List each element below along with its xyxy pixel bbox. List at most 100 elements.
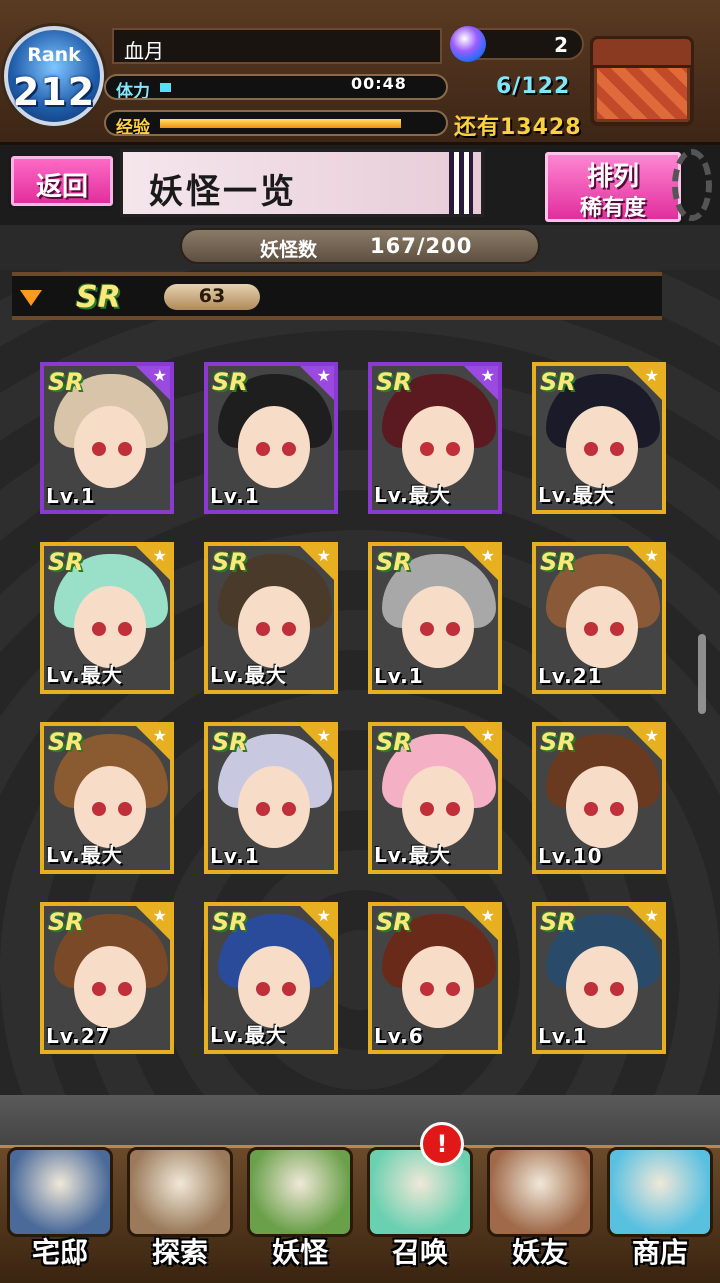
treasure-chest-icon[interactable] [590,36,694,126]
card-rarity: SR [48,728,84,756]
spirit-orb-icon [450,26,486,62]
portrait-eye [118,622,132,636]
yokai-card[interactable]: ★ SR Lv.最大 [532,362,666,514]
portrait-face [402,406,474,488]
portrait-eye [118,982,132,996]
yokai-count-value: 167/200 [370,234,473,258]
exp-label: 经验 [116,118,150,136]
yokai-card[interactable]: ★ SR Lv.最大 [204,902,338,1054]
yokai-card[interactable]: ★ SR Lv.1 [204,362,338,514]
yokai-card[interactable]: ★ SR Lv.1 [532,902,666,1054]
portrait-face [74,946,146,1028]
card-rarity: SR [212,548,248,576]
sort-button[interactable]: 排列 稀有度 [542,149,684,225]
yokai-card[interactable]: ★ SR Lv.最大 [368,362,502,514]
card-level: Lv.最大 [210,1023,287,1047]
stamina-fill [160,83,172,92]
collapse-triangle-icon[interactable] [20,290,42,306]
portrait-eye [282,442,296,456]
yokai-card[interactable]: ★ SR Lv.最大 [40,542,174,694]
section-count-pill: 63 [164,284,260,310]
yokai-card[interactable]: ★ SR Lv.1 [40,362,174,514]
rank-badge[interactable]: Rank 212 [4,26,104,126]
yokai-grid[interactable]: SR 63 ★ SR Lv.1 ★ SR Lv.1 ★ SR Lv.最大 ★ SR Lv.最大 ★ SR L… [0,270,720,1095]
portrait-eye [118,442,132,456]
card-rarity: SR [376,728,412,756]
yokai-card[interactable]: ★ SR Lv.1 [204,722,338,874]
card-level: Lv.1 [210,484,260,508]
star-icon: ★ [316,906,331,925]
yokai-card[interactable]: ★ SR Lv.6 [368,902,502,1054]
back-button-label: 返回 [35,172,88,202]
portrait-eye [446,622,460,636]
star-icon: ★ [644,546,659,565]
orb-counter[interactable]: 2 [450,26,584,62]
portrait-eye [584,802,598,816]
card-rarity: SR [376,368,412,396]
nav-item[interactable]: 宅邸 [1,1143,119,1275]
card-rarity: SR [212,908,248,936]
card-rarity: SR [540,548,576,576]
nav-item[interactable]: 探索 [121,1143,239,1275]
nav-item[interactable]: 召唤 [361,1143,479,1275]
stamina-timer: 00:48 [351,74,407,93]
portrait-eye [610,802,624,816]
card-level: Lv.最大 [210,663,287,687]
chest-lid [590,36,694,68]
portrait-face [238,946,310,1028]
portrait-eye [256,982,270,996]
exp-bar: 经验 [104,110,448,136]
card-level: Lv.1 [46,484,96,508]
exp-fill [160,119,401,128]
card-rarity: SR [540,908,576,936]
rank-label: Rank [27,44,81,66]
card-rarity: SR [212,728,248,756]
star-icon: ★ [316,726,331,745]
banner-stripe [449,152,473,214]
portrait-eye [92,442,106,456]
gear-decoration-icon [672,149,712,221]
card-rarity: SR [48,548,84,576]
star-icon: ★ [152,546,167,565]
card-rarity: SR [212,368,248,396]
rarity-section-header[interactable]: SR 63 [12,272,662,320]
nav-item[interactable]: 商店 [601,1143,719,1275]
star-summon-icon [367,1147,473,1237]
portrait-face [566,766,638,848]
card-level: Lv.最大 [538,483,615,507]
portrait-eye [256,802,270,816]
yokai-card[interactable]: ★ SR Lv.1 [368,542,502,694]
star-icon: ★ [152,366,167,385]
yokai-card[interactable]: ★ SR Lv.10 [532,722,666,874]
portrait-face [238,406,310,488]
yokai-card[interactable]: ★ SR Lv.27 [40,902,174,1054]
nav-label: 妖友 [511,1236,568,1269]
exp-remaining: 还有13428 [454,115,582,140]
back-button[interactable]: 返回 [8,153,116,209]
nav-label: 探索 [151,1236,208,1269]
nav-item[interactable]: 妖友 [481,1143,599,1275]
star-icon: ★ [644,906,659,925]
box-count: 6/122 [496,74,571,99]
portrait-eye [584,622,598,636]
nav-item[interactable]: 妖怪 [241,1143,359,1275]
portrait-eye [420,802,434,816]
magnifier-icon [127,1147,233,1237]
star-icon: ★ [644,726,659,745]
star-icon: ★ [644,366,659,385]
card-rarity: SR [48,908,84,936]
nav-label: 宅邸 [31,1236,88,1269]
portrait-face [402,766,474,848]
card-level: Lv.1 [538,1024,588,1048]
page-title: 妖怪一览 [149,172,297,212]
portrait-eye [256,442,270,456]
yokai-card[interactable]: ★ SR Lv.最大 [204,542,338,694]
yokai-card[interactable]: ★ SR Lv.最大 [368,722,502,874]
stamina-bar: 体力 00:48 [104,74,448,100]
yokai-card[interactable]: ★ SR Lv.21 [532,542,666,694]
nav-label: 商店 [631,1236,688,1269]
nav-label: 召唤 [391,1236,448,1269]
card-level: Lv.10 [538,844,603,868]
scrollbar[interactable] [698,634,706,714]
yokai-card[interactable]: ★ SR Lv.最大 [40,722,174,874]
